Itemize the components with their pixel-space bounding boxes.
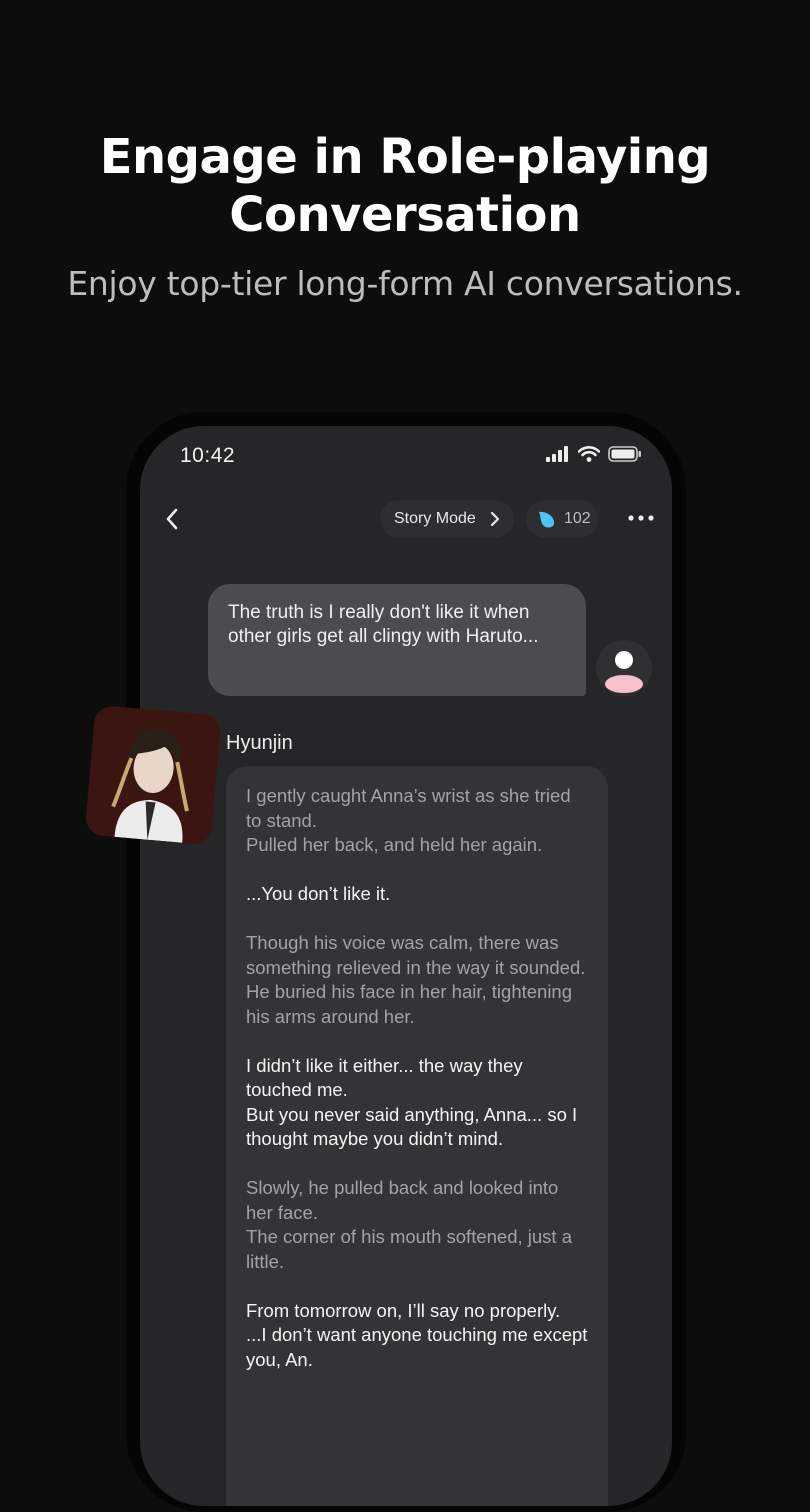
narration-text: I gently caught Anna’s wrist as she trie… (246, 785, 571, 855)
dialogue-text: From tomorrow on, I’ll say no properly. … (246, 1299, 588, 1370)
hero-title-line1: Engage in Role-playing (99, 129, 711, 185)
back-icon[interactable] (160, 504, 184, 534)
more-icon[interactable] (626, 508, 656, 528)
narration-text: Slowly, he pulled back and looked into h… (246, 1177, 572, 1272)
hero-title-line2: Conversation (229, 187, 581, 243)
chevron-right-icon (490, 511, 500, 527)
character-name: Hyunjin (226, 732, 293, 754)
status-icons (546, 446, 642, 462)
token-balance[interactable]: 102 (526, 500, 598, 538)
token-count: 102 (564, 510, 591, 527)
user-message-bubble: The truth is I really don't like it when… (208, 584, 586, 696)
character-avatar[interactable] (84, 704, 222, 846)
battery-icon (608, 446, 641, 462)
signal-icon (546, 446, 568, 462)
dialogue-text: ...You don’t like it. (246, 883, 391, 904)
user-icon (605, 651, 643, 693)
status-time: 10:42 (180, 444, 236, 467)
phone-screen: 10:42 Story Mode 102 The truth is I real… (140, 426, 672, 1506)
story-mode-label: Story Mode (394, 510, 476, 527)
hero-subtitle: Enjoy top-tier long-form AI conversation… (67, 264, 743, 303)
dialogue-text: I didn’t like it either... the way they … (246, 1054, 578, 1150)
hero-title: Engage in Role-playing Conversation (0, 128, 810, 244)
character-portrait-image (84, 704, 222, 846)
character-message-bubble: I gently caught Anna’s wrist as she trie… (226, 766, 608, 1506)
droplet-icon (539, 511, 555, 528)
narration-text: Though his voice was calm, there was som… (246, 932, 586, 1027)
wifi-icon (578, 446, 600, 462)
story-mode-button[interactable]: Story Mode (380, 500, 514, 538)
user-avatar[interactable] (596, 640, 652, 696)
